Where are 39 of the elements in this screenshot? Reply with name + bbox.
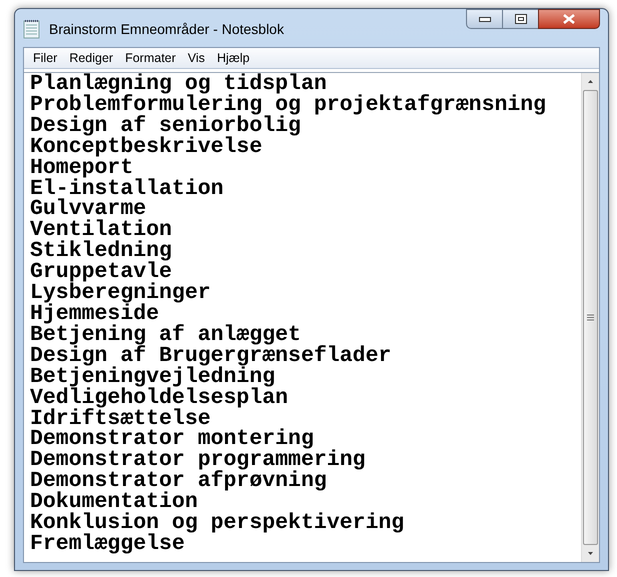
text-line: Lysberegninger (30, 283, 211, 304)
text-line: Betjeningvejledning (30, 366, 276, 388)
notepad-icon (23, 19, 41, 39)
close-icon (563, 14, 575, 24)
text-line: Stikledning (30, 241, 172, 262)
menu-item[interactable]: Filer (28, 49, 62, 67)
text-line: Demonstrator montering (30, 429, 314, 450)
text-line: Konceptbeskrivelse (30, 136, 262, 158)
vertical-scrollbar[interactable] (581, 73, 599, 562)
text-line: Homeport (30, 158, 134, 179)
text-line: Design af Brugergrænseflader (30, 346, 392, 367)
menu-item[interactable]: Vis (182, 49, 210, 67)
scrollbar-thumb[interactable] (583, 90, 598, 545)
window-title: Brainstorm Emneområder - Notesblok (49, 20, 284, 39)
text-line: Konklusion og perspektivering (30, 513, 404, 534)
maximize-button[interactable] (503, 9, 538, 29)
text-line: Ventilation (30, 220, 172, 242)
restore-icon (514, 14, 526, 24)
menu-item[interactable]: Rediger (64, 49, 118, 67)
minimize-icon (478, 16, 490, 22)
text-line: Demonstrator programmering (30, 450, 366, 472)
text-line: Demonstrator afprøvning (30, 471, 327, 492)
grip-icon (587, 314, 594, 321)
text-line: Gulvvarme (30, 199, 146, 220)
text-line: Design af seniorbolig (30, 116, 301, 137)
text-line: Dokumentation (30, 492, 198, 514)
text-line: Vedligeholdelsesplan (30, 388, 288, 408)
close-button[interactable] (538, 9, 600, 29)
menu-item[interactable]: Hjælp (212, 49, 255, 67)
text-line: Idriftsættelse (30, 408, 211, 430)
text-line: Fremlæggelse (30, 534, 185, 555)
menu-item[interactable]: Formater (120, 49, 181, 67)
text-line: Gruppetavle (30, 262, 172, 284)
minimize-button[interactable] (466, 9, 503, 29)
text-line: Problemformulering og projektafgrænsning (30, 94, 546, 116)
text-line: Betjening af anlægget (30, 324, 301, 346)
text-line: Planlægning og tidsplan (30, 74, 327, 95)
text-line: El-installation (30, 178, 224, 200)
text-line: Hjemmeside (30, 304, 160, 325)
